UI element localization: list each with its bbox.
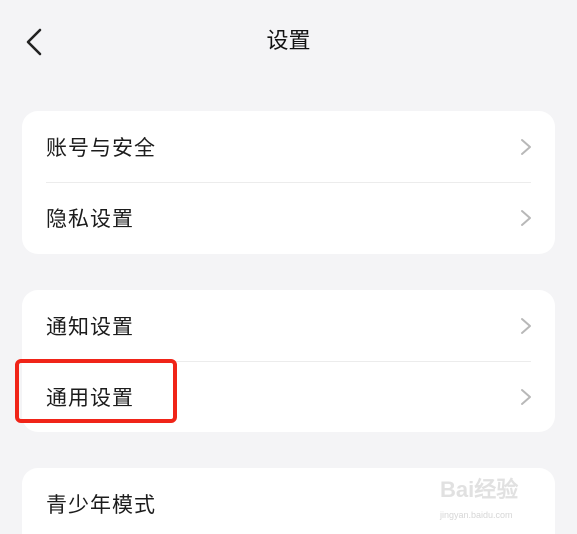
settings-item-label: 隐私设置 (46, 206, 134, 231)
settings-item-privacy[interactable]: 隐私设置 (22, 182, 555, 253)
settings-item-account-security[interactable]: 账号与安全 (22, 111, 555, 182)
page-title: 设置 (266, 29, 311, 54)
settings-item-label: 通用设置 (46, 385, 134, 410)
chevron-right-icon (519, 138, 533, 156)
settings-group-youth: 青少年模式 (22, 468, 555, 534)
chevron-right-icon (519, 317, 533, 335)
settings-item-label: 青少年模式 (46, 492, 156, 517)
settings-screen: 设置 账号与安全 隐私设置 通知设置 通用设置 青少年模式 Bai经验 jing… (0, 0, 577, 534)
settings-group-general: 通知设置 通用设置 (22, 290, 555, 432)
settings-item-notifications[interactable]: 通知设置 (22, 290, 555, 361)
settings-group-account: 账号与安全 隐私设置 (22, 111, 555, 254)
settings-item-general[interactable]: 通用设置 (22, 361, 555, 432)
settings-item-youth-mode[interactable]: 青少年模式 (22, 468, 555, 534)
chevron-right-icon (519, 388, 533, 406)
settings-item-label: 账号与安全 (46, 135, 156, 160)
chevron-right-icon (519, 209, 533, 227)
settings-item-label: 通知设置 (46, 314, 134, 339)
top-bar: 设置 (0, 0, 577, 88)
